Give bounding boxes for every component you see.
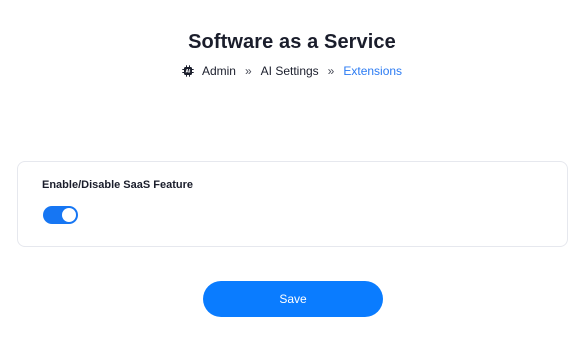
save-button[interactable]: Save [203, 281, 383, 317]
saas-feature-toggle[interactable] [43, 206, 78, 224]
breadcrumb-item-ai-settings[interactable]: AI Settings [261, 64, 319, 78]
breadcrumb: AI Admin » AI Settings » Extensions [0, 64, 584, 78]
breadcrumb-separator: » [327, 64, 335, 78]
page-title: Software as a Service [188, 31, 396, 53]
saas-toggle-label: Enable/Disable SaaS Feature [42, 179, 194, 191]
settings-card: Enable/Disable SaaS Feature [17, 161, 568, 247]
ai-chip-icon: AI [182, 65, 194, 77]
breadcrumb-item-extensions: Extensions [343, 64, 403, 78]
page: Software as a Service AI Admin » AI Sett… [0, 0, 584, 347]
breadcrumb-item-admin[interactable]: Admin [202, 64, 236, 78]
svg-text:AI: AI [186, 69, 191, 74]
toggle-knob [62, 208, 76, 222]
breadcrumb-separator: » [244, 64, 252, 78]
